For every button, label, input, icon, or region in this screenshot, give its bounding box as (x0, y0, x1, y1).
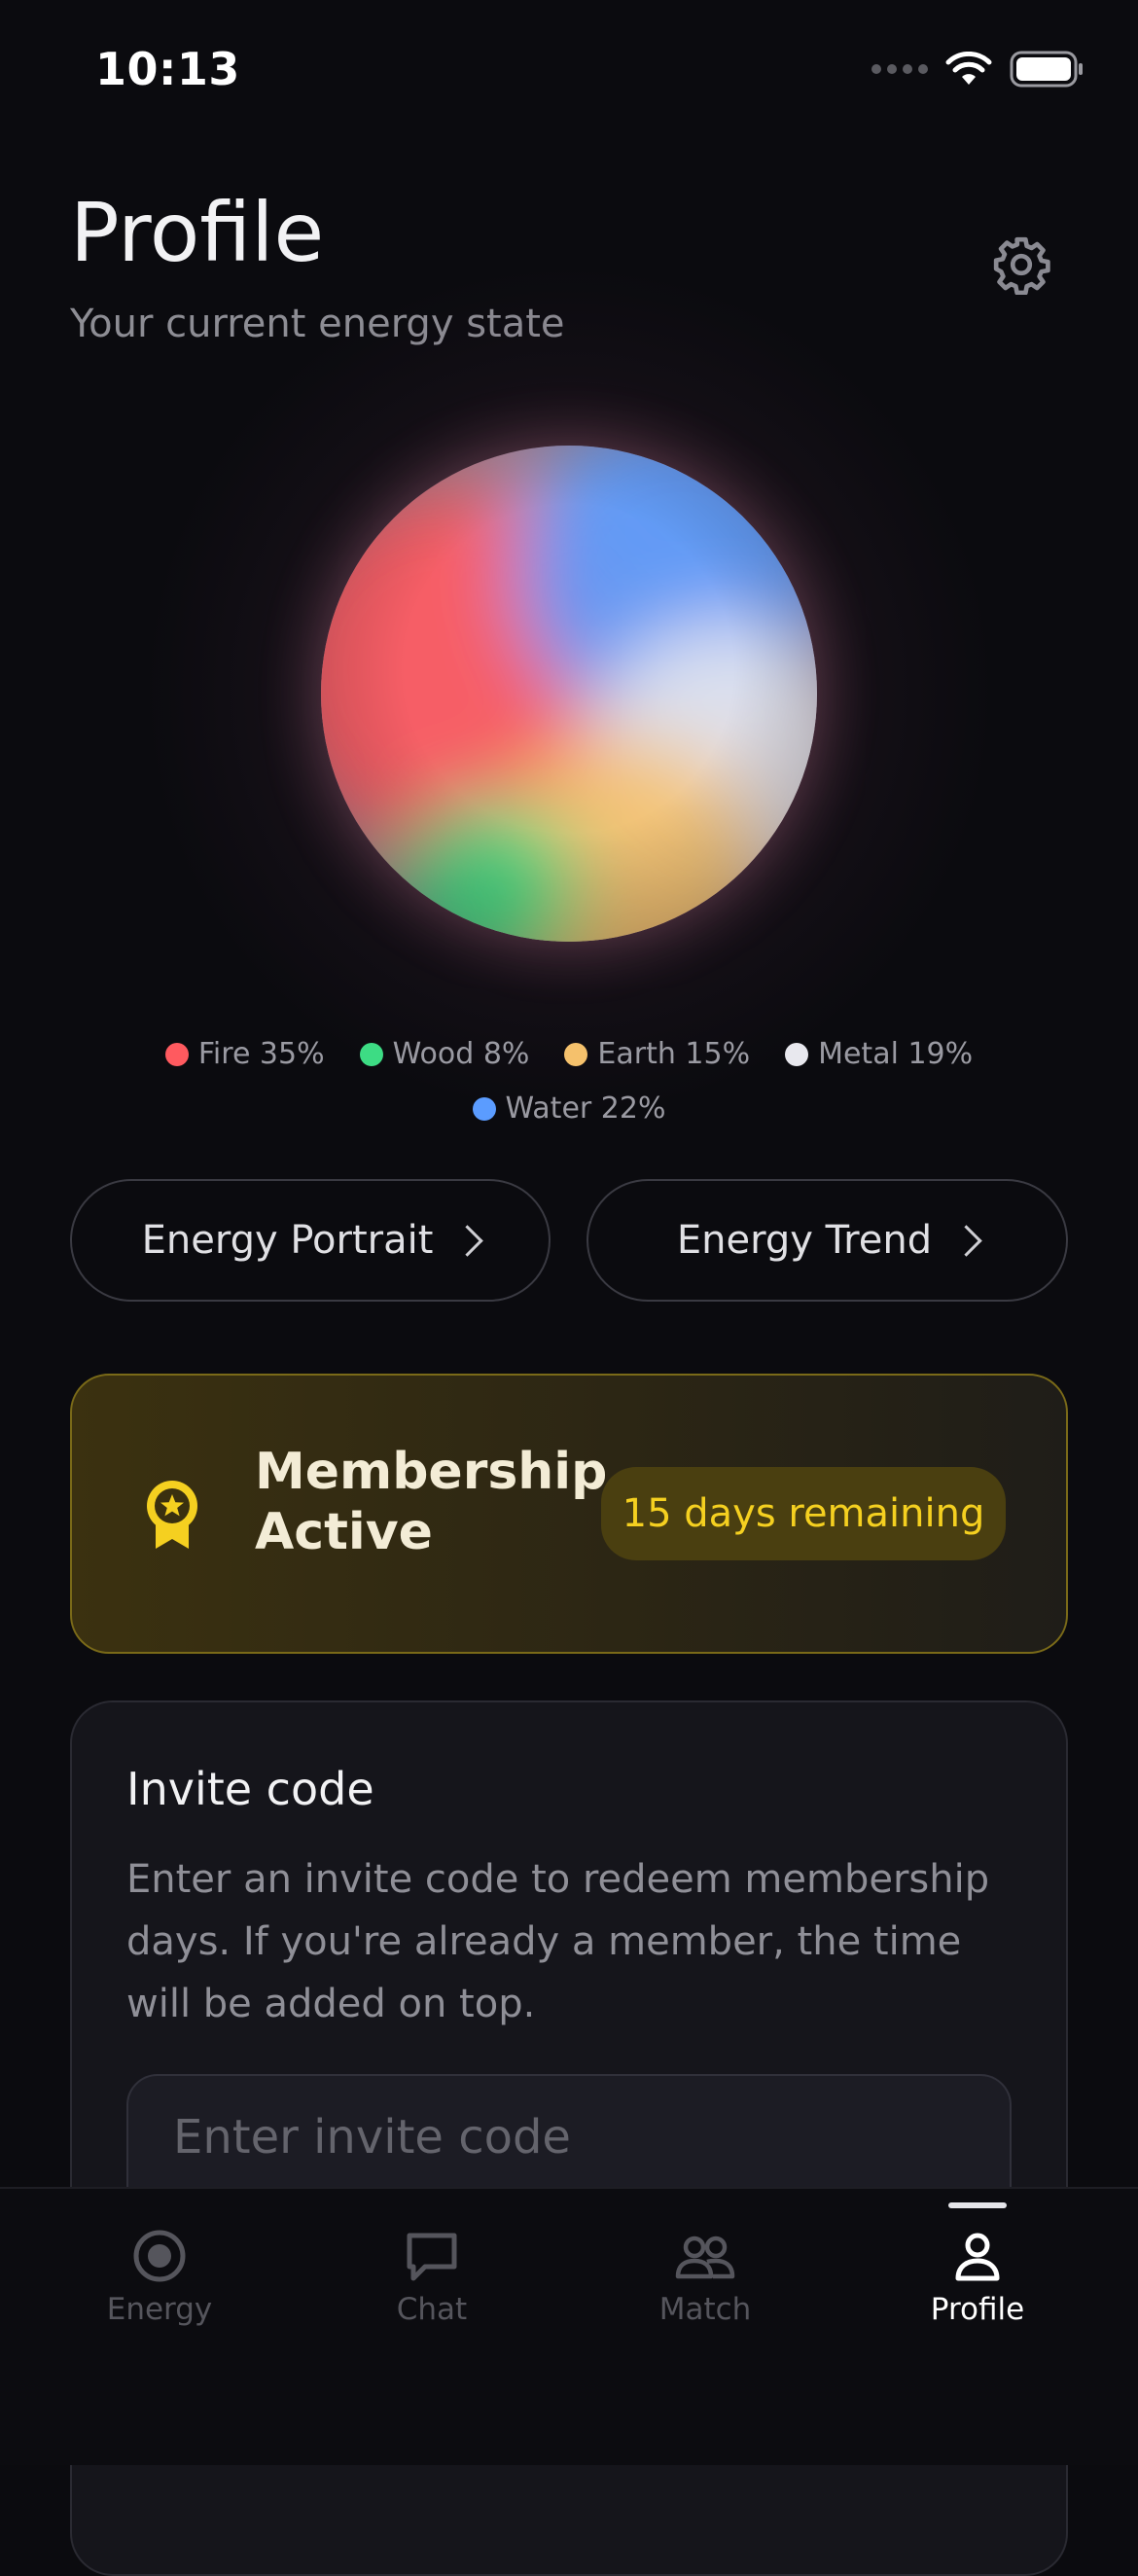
legend-item-fire: Fire 35% (164, 1037, 325, 1071)
energy-trend-button[interactable]: Energy Trend (587, 1179, 1068, 1302)
tab-energy-label: Energy (106, 2292, 213, 2327)
page-title: Profile (70, 185, 325, 280)
invite-code-description: Enter an invite code to redeem membershi… (126, 1857, 990, 2026)
wifi-icon (945, 52, 992, 85)
tab-profile[interactable]: Profile (871, 2228, 1085, 2327)
award-icon (147, 1481, 197, 1549)
status-time: 10:13 (95, 43, 240, 95)
legend-dot-earth (564, 1042, 588, 1066)
legend-item-metal: Metal 19% (785, 1037, 973, 1071)
legend-label-fire: Fire 35% (197, 1037, 325, 1071)
tab-match-label: Match (658, 2292, 752, 2327)
chevron-right-icon (950, 1224, 982, 1257)
energy-icon (133, 2230, 186, 2282)
tab-chat-label: Chat (396, 2292, 468, 2327)
legend-item-wood: Wood 8% (359, 1037, 530, 1071)
active-tab-indicator (948, 2202, 1007, 2208)
legend-label-wood: Wood 8% (392, 1037, 530, 1071)
energy-portrait-label: Energy Portrait (141, 1218, 434, 1263)
settings-button[interactable] (982, 226, 1060, 304)
match-icon (675, 2236, 735, 2279)
energy-orb (321, 446, 817, 942)
profile-icon (955, 2233, 1000, 2281)
legend-label-water: Water 22% (505, 1091, 666, 1126)
legend-label-metal: Metal 19% (818, 1037, 974, 1071)
energy-portrait-button[interactable]: Energy Portrait (70, 1179, 551, 1302)
legend-dot-metal (785, 1042, 809, 1066)
energy-legend-row-1: Fire 35% Wood 8% Earth 15% Metal 19% (0, 1037, 1138, 1071)
tab-energy[interactable]: Energy (53, 2228, 267, 2327)
tab-match[interactable]: Match (598, 2228, 812, 2327)
chevron-right-icon (451, 1224, 484, 1257)
membership-status: Membership Active (255, 1420, 607, 1584)
status-icons (871, 51, 1084, 88)
energy-legend-row-2: Water 22% (0, 1091, 1138, 1126)
legend-dot-wood (359, 1042, 383, 1066)
energy-trend-label: Energy Trend (676, 1218, 933, 1263)
legend-label-earth: Earth 15% (597, 1037, 751, 1071)
cellular-signal-icon (871, 64, 928, 74)
legend-dot-water (472, 1096, 496, 1121)
battery-icon (1010, 51, 1083, 88)
tab-profile-label: Profile (930, 2292, 1025, 2327)
chat-icon (407, 2233, 457, 2281)
invite-code-title: Invite code (126, 1763, 374, 1815)
gear-icon (993, 236, 1050, 295)
legend-item-earth: Earth 15% (564, 1037, 750, 1071)
tab-chat[interactable]: Chat (325, 2228, 539, 2327)
legend-dot-fire (164, 1042, 189, 1066)
membership-days-badge: 15 days remaining (601, 1467, 1006, 1560)
legend-item-water: Water 22% (472, 1091, 666, 1126)
